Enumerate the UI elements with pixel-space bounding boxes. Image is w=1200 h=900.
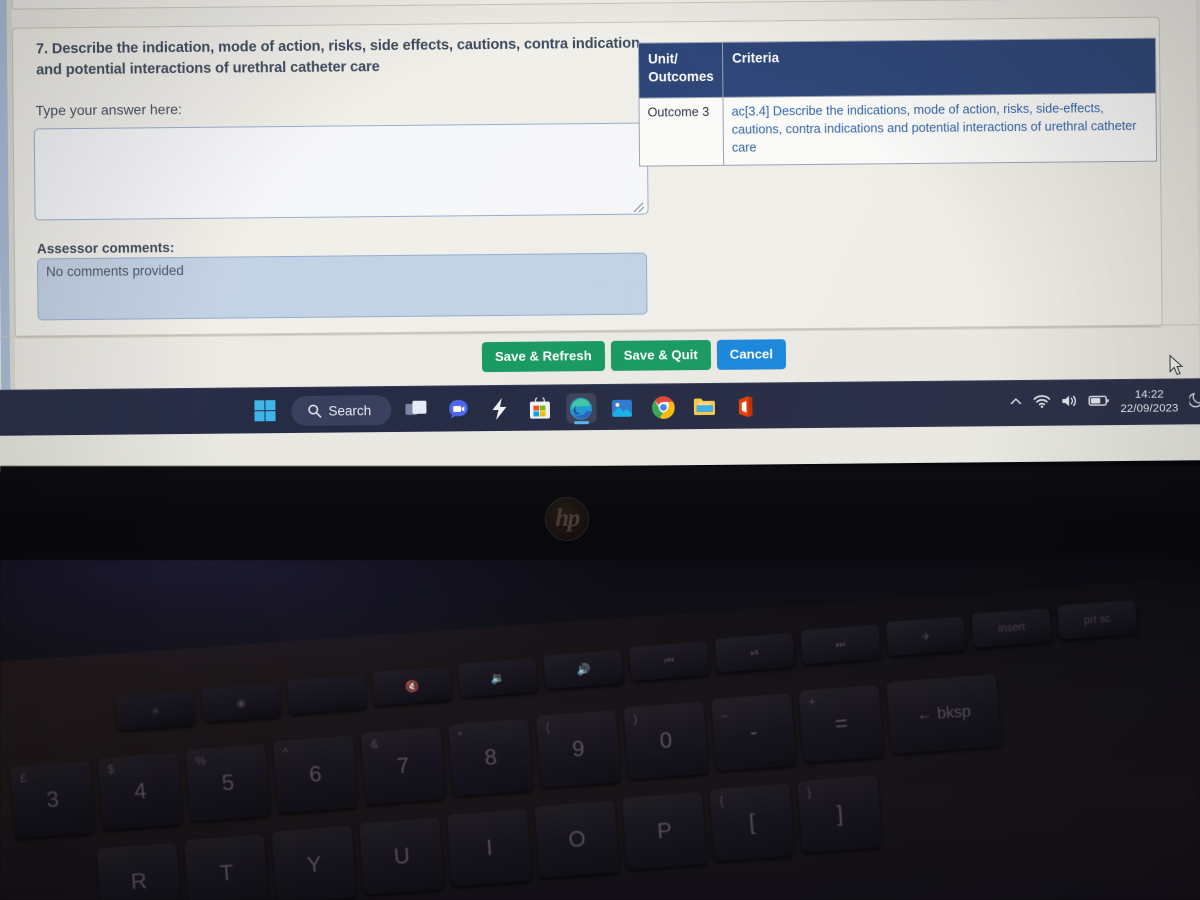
key-y[interactable]: Y — [271, 825, 357, 900]
key-f5[interactable]: ◉ — [200, 682, 282, 723]
column-header-unit-outcomes: Unit/ Outcomes — [638, 42, 723, 99]
microsoft-edge-icon — [570, 397, 593, 420]
question-card: 7. Describe the indication, mode of acti… — [11, 16, 1163, 338]
taskbar-item-photos[interactable] — [607, 393, 637, 423]
key-6[interactable]: ^ 6 — [272, 735, 359, 814]
file-explorer-icon — [693, 398, 715, 416]
key-t[interactable]: T — [183, 834, 270, 900]
task-view-icon — [405, 400, 427, 415]
taskbar-item-microsoft-store[interactable] — [525, 393, 555, 423]
google-chrome-icon — [651, 396, 675, 419]
criteria-table: Unit/ Outcomes Criteria Outcome 3 ac[3.4… — [637, 37, 1158, 167]
assessor-comments-textarea: No comments provided — [36, 252, 648, 321]
key-f6[interactable] — [286, 674, 367, 715]
assessor-comments-label: Assessor comments: — [36, 240, 175, 257]
chat-icon — [448, 399, 468, 419]
key-4[interactable]: $4 — [97, 752, 183, 831]
page-scrollbar[interactable] — [1195, 0, 1200, 381]
key-f12-next[interactable]: ⏭ — [800, 624, 881, 665]
key-9[interactable]: (9 — [535, 710, 621, 788]
key-f9-volume-up[interactable]: 🔊 — [543, 649, 624, 690]
table-header-row: Unit/ Outcomes Criteria — [638, 38, 1156, 99]
header-unit-line2: Outcomes — [648, 68, 714, 85]
cell-criteria: ac[3.4] Describe the indications, mode o… — [722, 93, 1157, 166]
answer-label: Type your answer here: — [35, 101, 182, 119]
taskbar-item-edge[interactable] — [566, 393, 597, 424]
key-u[interactable]: U — [359, 817, 445, 896]
key-bracket-right[interactable]: }] — [797, 775, 883, 853]
key-3[interactable]: £3 — [10, 760, 96, 839]
key-p[interactable]: P — [622, 792, 708, 870]
clock-date: 22/09/2023 — [1120, 402, 1179, 416]
taskbar-item-start[interactable] — [250, 396, 280, 426]
microsoft-store-icon — [530, 396, 551, 419]
keyboard-keys: ✳ ◉ 🔇 🔉 🔊 ⏮ ⏯ ⏭ ✈ insert prt sc £3 $4 % 5… — [0, 560, 1200, 900]
key-insert[interactable]: insert — [971, 608, 1052, 648]
save-and-refresh-button[interactable]: Save & Refresh — [481, 340, 605, 373]
criteria-table-body: Outcome 3 ac[3.4] Describe the indicatio… — [638, 93, 1157, 167]
wifi-icon[interactable] — [1033, 394, 1051, 414]
key-f10-previous[interactable]: ⏮ — [629, 641, 710, 681]
do-not-disturb-moon-icon[interactable] — [1188, 391, 1200, 413]
search-icon — [308, 404, 322, 418]
key-0[interactable]: ) 0 — [623, 701, 709, 780]
taskbar-item-task-view[interactable] — [402, 395, 432, 425]
key-7[interactable]: & 7 — [360, 727, 446, 805]
assessment-page: 7. Describe the indication, mode of acti… — [0, 0, 1200, 427]
taskbar-item-lightning-app[interactable] — [484, 394, 514, 424]
microsoft-office-icon — [738, 396, 753, 418]
answer-textarea[interactable] — [33, 122, 649, 221]
taskbar-item-file-explorer[interactable] — [689, 392, 719, 422]
cancel-button[interactable]: Cancel — [716, 339, 787, 371]
key-i[interactable]: I — [446, 808, 532, 887]
laptop-screen: 7. Describe the indication, mode of acti… — [0, 0, 1200, 472]
windows-logo-icon — [254, 400, 276, 422]
taskbar-item-office[interactable] — [730, 391, 760, 421]
laptop-keyboard-deck: ✳ ◉ 🔇 🔉 🔊 ⏮ ⏯ ⏭ ✈ insert prt sc £3 $4 % 5… — [0, 560, 1200, 900]
previous-question-card — [10, 0, 1152, 10]
question-title: 7. Describe the indication, mode of acti… — [35, 35, 640, 79]
key-5[interactable]: % 5 — [185, 743, 271, 822]
key-airplane-mode[interactable]: ✈ — [885, 616, 967, 657]
key-minus[interactable]: _ - — [711, 693, 797, 771]
taskbar-clock[interactable]: 14:22 22/09/2023 — [1120, 389, 1178, 417]
criteria-table-head: Unit/ Outcomes Criteria — [638, 38, 1156, 99]
key-8[interactable]: * 8 — [448, 718, 534, 797]
table-row: Outcome 3 ac[3.4] Describe the indicatio… — [638, 93, 1157, 167]
search-label: Search — [328, 402, 372, 419]
save-and-quit-button[interactable]: Save & Quit — [610, 339, 711, 372]
lightning-bolt-icon — [492, 397, 507, 421]
mouse-cursor-icon — [1169, 354, 1184, 376]
key-f11-play-pause[interactable]: ⏯ — [714, 633, 795, 673]
header-unit-line1: Unit/ — [648, 51, 678, 67]
key-f7-mute[interactable]: 🔇 — [372, 666, 453, 706]
volume-icon[interactable] — [1061, 393, 1077, 413]
system-tray: 14:22 22/09/2023 — [1009, 379, 1200, 427]
key-f4[interactable]: ✳ — [115, 691, 196, 731]
key-f8-volume-down[interactable]: 🔉 — [457, 657, 539, 698]
cell-outcome: Outcome 3 — [638, 97, 724, 167]
key-equals[interactable]: + = — [798, 684, 884, 763]
laptop-photo: 7. Describe the indication, mode of acti… — [0, 0, 1200, 900]
key-backspace[interactable]: ← bksp — [886, 674, 1002, 755]
key-bracket-left[interactable]: {[ — [709, 783, 795, 862]
resize-grip-icon[interactable] — [632, 200, 645, 213]
tray-overflow-chevron-icon[interactable] — [1009, 395, 1022, 413]
battery-icon[interactable] — [1088, 394, 1109, 412]
key-r[interactable]: R — [96, 842, 182, 900]
taskbar-item-chat[interactable] — [443, 394, 473, 424]
hp-logo: hp — [545, 497, 589, 541]
key-o[interactable]: O — [534, 800, 620, 879]
column-header-criteria: Criteria — [722, 38, 1156, 98]
clock-time: 14:22 — [1134, 388, 1164, 401]
taskbar-search-box[interactable]: Search — [291, 395, 392, 426]
key-print-screen[interactable]: prt sc — [1057, 599, 1138, 640]
photos-icon — [612, 399, 633, 417]
taskbar-item-chrome[interactable] — [648, 392, 678, 422]
